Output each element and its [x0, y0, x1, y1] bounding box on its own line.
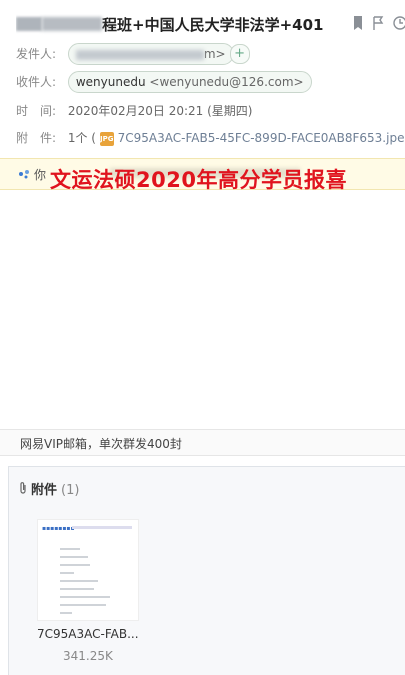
add-contact-button[interactable]: +: [229, 44, 250, 64]
recipient-pill[interactable]: wenyunedu <wenyunedu@126.com>: [67, 71, 312, 93]
bookmark-icon[interactable]: [351, 15, 365, 31]
header-actions: [351, 15, 405, 31]
time-value: 2020年02月20日 20:21 (星期四): [67, 104, 253, 118]
paperclip-icon: [19, 481, 27, 498]
to-row: 收件人: wenyunedu <wenyunedu@126.com>: [16, 71, 312, 93]
signature-bar: 网易VIP邮箱，单次群发400封: [0, 429, 405, 456]
redacted-text: [42, 17, 102, 31]
attachments-title: 附件: [31, 483, 58, 498]
mail-header: 程班+中国人民大学非法学+401 发件人: m> + 收件人: wenyunedu…: [0, 0, 405, 160]
attachments-count: (1): [61, 483, 80, 498]
jpg-file-icon: JPG: [99, 131, 114, 146]
notice-text: 你: [34, 168, 47, 182]
attachment-label: 附 件:: [16, 131, 57, 145]
from-row: 发件人: m> +: [16, 43, 250, 65]
time-row: 时 间: 2020年02月20日 20:21 (星期四): [16, 102, 252, 119]
flag-icon[interactable]: [371, 15, 385, 31]
clock-icon[interactable]: [391, 15, 405, 31]
to-label: 收件人:: [16, 74, 57, 89]
attachment-row: 附 件: 1个 ( JPG 7C95A3AC-FAB5-45FC-899D-FA…: [16, 129, 405, 146]
attachments-header: 附件 (1): [19, 479, 79, 498]
from-label: 发件人:: [16, 46, 57, 61]
attachment-thumbnail[interactable]: ▪▪▪▪▪▪▪▪: [37, 519, 139, 621]
thumbnail-image: ▪▪▪▪▪▪▪▪: [42, 525, 75, 532]
redacted-text: [16, 17, 42, 31]
signature-text: 网易VIP邮箱，单次群发400封: [20, 437, 182, 451]
time-label: 时 间:: [16, 104, 57, 118]
attachment-filename[interactable]: 7C95A3AC-FAB...: [37, 627, 139, 641]
attachments-panel: 附件 (1) ▪▪▪▪▪▪▪▪ 7C95A3AC-FAB... 341.25K: [8, 466, 405, 675]
headline-banner: 文运法硕2020年高分学员报喜: [50, 168, 347, 192]
subject-text: 程班+中国人民大学非法学+401: [102, 16, 324, 34]
info-icon: [18, 168, 30, 183]
redacted-sender: [75, 49, 204, 60]
attachment-link[interactable]: 7C95A3AC-FAB5-45FC-899D-FACE0AB8F653.jpe…: [118, 131, 405, 145]
sender-pill[interactable]: m>: [67, 43, 234, 65]
mail-subject: 程班+中国人民大学非法学+401: [16, 14, 346, 35]
attachment-size: 341.25K: [63, 649, 113, 663]
